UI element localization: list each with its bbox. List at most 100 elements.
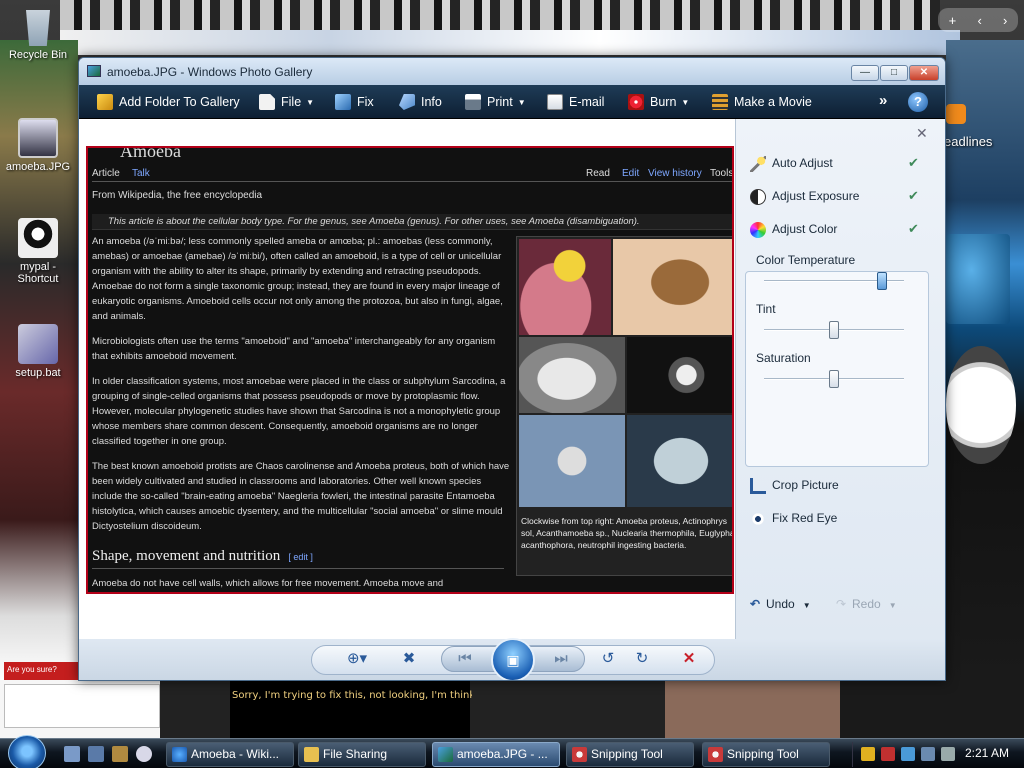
delete-icon[interactable]: ✕ (677, 648, 701, 670)
saturation-slider[interactable] (764, 370, 904, 388)
tab-view-history: View history (648, 168, 702, 179)
photo-gallery-icon (438, 747, 453, 762)
volume-icon[interactable] (941, 747, 955, 761)
fix-red-eye-label: Fix Red Eye (772, 511, 838, 525)
image-viewer[interactable]: Amoeba Article Talk Read Edit View histo… (79, 119, 735, 639)
desktop-icon-recycle-bin[interactable]: Recycle Bin (2, 6, 74, 61)
show-desktop-icon[interactable] (64, 746, 80, 762)
color-temperature-slider[interactable] (764, 272, 904, 290)
add-gadget-icon[interactable]: + (949, 13, 957, 28)
browser-icon (172, 747, 187, 762)
taskbar-item-snipping-tool[interactable]: Snipping Tool (566, 742, 694, 767)
slideshow-button[interactable]: ▣ (491, 638, 535, 680)
taskbar-item-file-sharing[interactable]: File Sharing (298, 742, 426, 767)
taskbar-item-label: Amoeba - Wiki... (191, 747, 280, 761)
update-icon[interactable] (901, 747, 915, 761)
undo-label: Undo (766, 597, 795, 611)
undo-button[interactable]: ↶ Undo ▼ (750, 597, 811, 611)
title-bar[interactable]: amoeba.JPG - Windows Photo Gallery — □ ✕ (79, 58, 945, 85)
add-folder-button[interactable]: Add Folder To Gallery (97, 92, 240, 112)
background-caption: Sorry, I'm trying to fix this, not looki… (232, 690, 472, 701)
color-temperature-label: Color Temperature (756, 253, 856, 267)
fix-pane: ✕ Auto Adjust ✔ Adjust Exposure ✔ Adjust… (735, 119, 945, 639)
close-pane-icon[interactable]: ✕ (916, 125, 928, 142)
start-button[interactable] (8, 735, 46, 768)
chevron-down-icon[interactable]: ▼ (803, 601, 811, 610)
feed-headlines-gadget[interactable]: eadlines (944, 134, 992, 149)
rotate-counterclockwise-icon[interactable]: ↺ (597, 648, 619, 670)
previous-icon[interactable]: ⏮ (453, 648, 477, 670)
sidebar-gadget-controls[interactable]: + ‹ › (938, 8, 1018, 32)
clock-gadget (946, 346, 1016, 464)
desktop-icon-label: Recycle Bin (8, 49, 68, 61)
taskbar: Amoeba - Wiki... File Sharing amoeba.JPG… (0, 735, 1024, 768)
chevron-down-icon: ▼ (517, 97, 526, 107)
folder-add-icon (97, 94, 113, 110)
taskbar-item-amoeba-jpg[interactable]: amoeba.JPG - ... (432, 742, 560, 767)
burn-menu-button[interactable]: Burn ▼ (628, 92, 689, 112)
auto-adjust-button[interactable]: Auto Adjust ✔ (750, 152, 930, 174)
divider (92, 568, 504, 569)
hatnote: This article is about the cellular body … (92, 214, 732, 230)
fix-red-eye-button[interactable]: Fix Red Eye (750, 507, 930, 529)
micrograph-image (627, 337, 732, 413)
file-menu-button[interactable]: File ▼ (259, 92, 314, 112)
slider-thumb[interactable] (876, 272, 887, 290)
desktop-icon-label: setup.bat (15, 367, 61, 379)
tab-edit: Edit (622, 168, 640, 179)
tint-slider[interactable] (764, 321, 904, 339)
network-icon[interactable] (921, 747, 935, 761)
taskbar-item-snipping-tool[interactable]: Snipping Tool (702, 742, 830, 767)
checkmark-icon: ✔ (908, 155, 919, 170)
desktop-icon-mypal-shortcut[interactable]: mypal - Shortcut (2, 218, 74, 285)
adjust-exposure-button[interactable]: Adjust Exposure ✔ (750, 185, 930, 207)
close-button[interactable]: ✕ (909, 65, 939, 81)
slideshow-gadget[interactable] (946, 234, 1010, 324)
email-label: E-mail (569, 95, 605, 109)
file-label: File (281, 95, 302, 109)
more-commands-icon[interactable]: » (879, 92, 887, 109)
crop-picture-button[interactable]: Crop Picture (750, 474, 930, 496)
clock[interactable]: 2:21 AM (965, 746, 1009, 760)
redo-button[interactable]: ↷ Redo ▼ (836, 597, 897, 611)
photo: Amoeba Article Talk Read Edit View histo… (86, 146, 734, 594)
next-icon[interactable]: ⏭ (549, 648, 573, 670)
quick-launch-icon[interactable] (136, 746, 152, 762)
actual-size-icon[interactable]: ✖ (397, 648, 421, 670)
make-movie-button[interactable]: Make a Movie (712, 92, 812, 112)
viewer-controls: ⊕▾ ✖ ⏮ ⏭ ▣ ↺ ↻ ✕ (79, 638, 945, 680)
quick-launch-icon[interactable] (112, 746, 128, 762)
article-source: From Wikipedia, the free encyclopedia (92, 190, 263, 201)
rotate-clockwise-icon[interactable]: ↻ (631, 648, 653, 670)
batch-file-icon (18, 324, 58, 364)
desktop-icon-amoeba-jpg[interactable]: amoeba.JPG (2, 118, 74, 173)
security-shield-icon[interactable] (861, 747, 875, 761)
switch-windows-icon[interactable] (88, 746, 104, 762)
chevron-right-icon[interactable]: › (1003, 13, 1007, 28)
info-button[interactable]: Info (399, 92, 442, 112)
slider-thumb[interactable] (829, 321, 839, 339)
undo-icon: ↶ (750, 597, 761, 611)
article-paragraph: Microbiologists often use the terms "amo… (92, 336, 496, 362)
background-dialog-title: Are you sure? (4, 662, 78, 680)
zoom-button[interactable]: ⊕▾ (341, 648, 373, 670)
email-button[interactable]: E-mail (547, 92, 604, 112)
slider-thumb[interactable] (829, 370, 839, 388)
chevron-left-icon[interactable]: ‹ (977, 13, 981, 28)
print-menu-button[interactable]: Print ▼ (465, 92, 526, 112)
chevron-down-icon[interactable]: ▼ (889, 601, 897, 610)
maximize-button[interactable]: □ (880, 65, 908, 81)
chevron-down-icon: ▼ (681, 97, 690, 107)
notification-icon[interactable] (881, 747, 895, 761)
taskbar-item-amoeba-wiki[interactable]: Amoeba - Wiki... (166, 742, 294, 767)
auto-adjust-label: Auto Adjust (772, 156, 833, 170)
rss-feed-icon (946, 104, 966, 124)
adjust-color-button[interactable]: Adjust Color ✔ (750, 218, 930, 240)
minimize-button[interactable]: — (851, 65, 879, 81)
fix-button[interactable]: Fix (335, 92, 374, 112)
help-icon[interactable]: ? (908, 92, 928, 112)
photo-gallery-icon (87, 65, 101, 77)
background-dialog (4, 684, 160, 728)
taskbar-item-label: Snipping Tool (591, 747, 663, 761)
desktop-icon-setup-bat[interactable]: setup.bat (2, 324, 74, 379)
